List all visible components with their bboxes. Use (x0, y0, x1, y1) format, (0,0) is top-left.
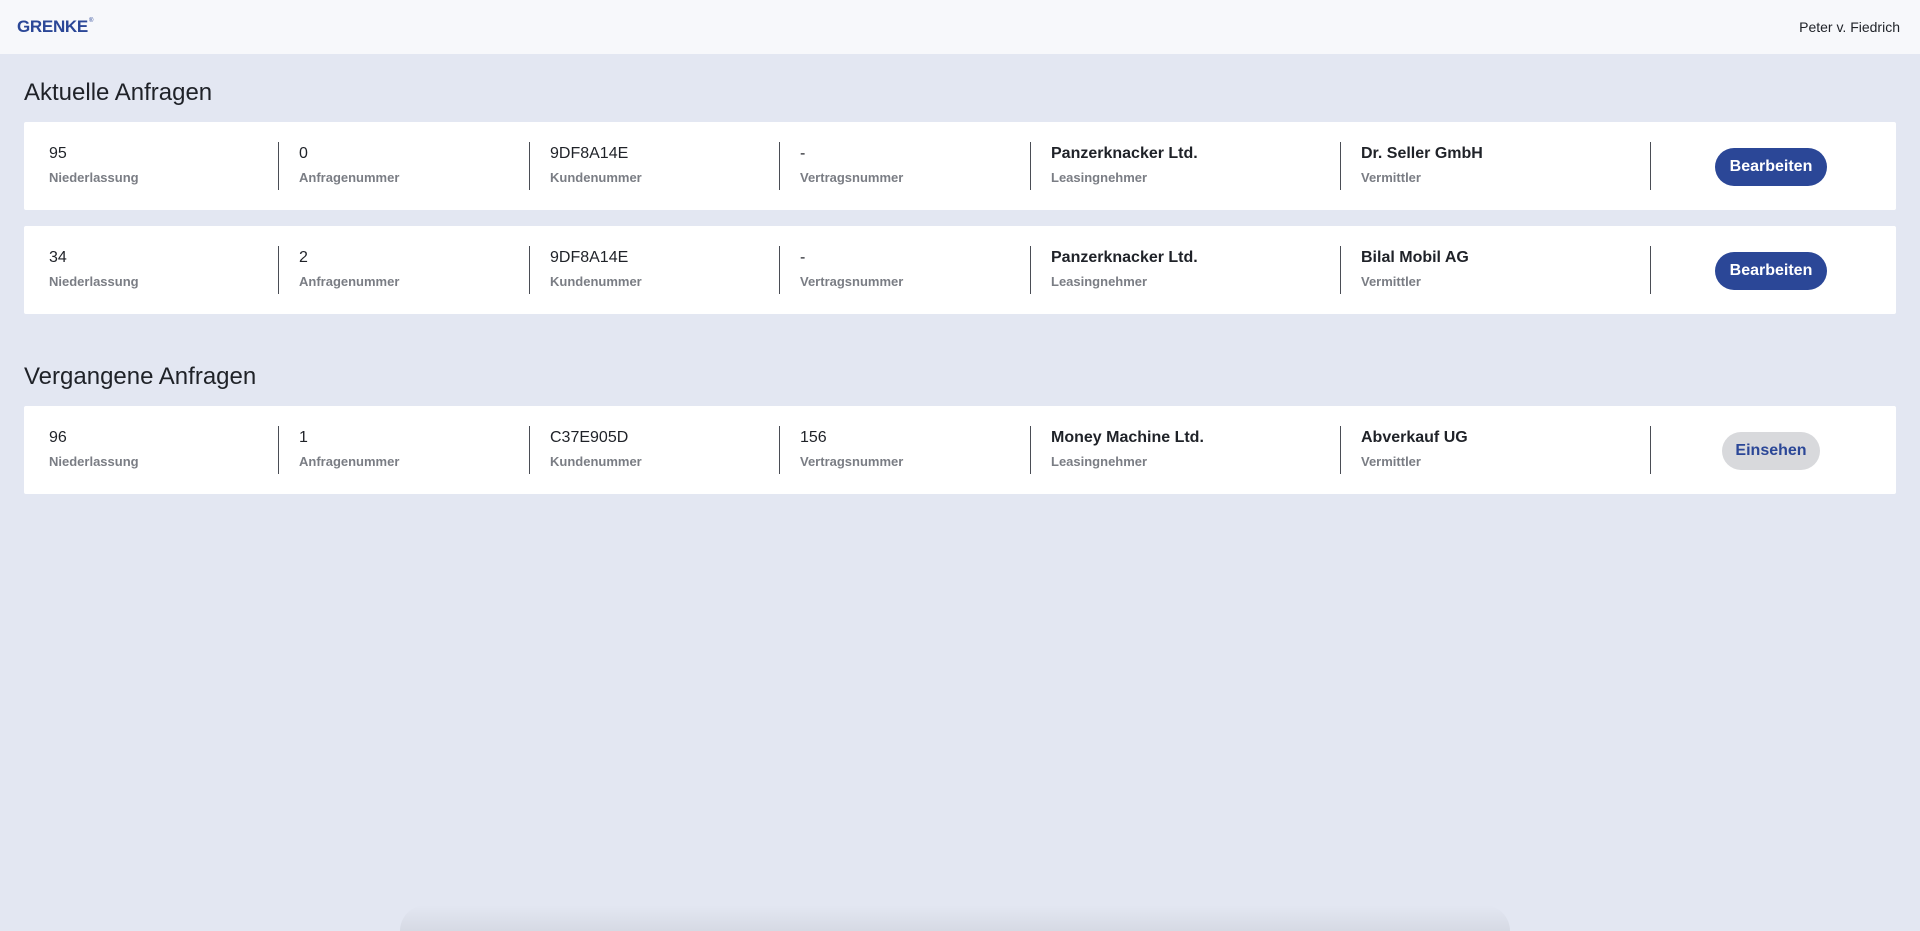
broker-value: Bilal Mobil AG (1361, 249, 1469, 266)
divider (1650, 142, 1651, 190)
request-number-label: Anfragenummer (299, 274, 400, 289)
cell-broker: Dr. Seller GmbH Vermittler (1361, 142, 1483, 190)
request-card: 95 Niederlassung 0 Anfragenummer 9DF8A14… (24, 122, 1896, 210)
divider (1650, 426, 1651, 474)
cell-lessee: Money Machine Ltd. Leasingnehmer (1051, 426, 1204, 474)
cell-lessee: Panzerknacker Ltd. Leasingnehmer (1051, 246, 1198, 294)
broker-label: Vermittler (1361, 454, 1421, 469)
contract-number-label: Vertragsnummer (800, 454, 904, 469)
divider (278, 142, 279, 190)
divider (1340, 426, 1341, 474)
edit-button[interactable]: Bearbeiten (1715, 148, 1827, 186)
branch-value: 95 (49, 145, 67, 162)
divider (278, 426, 279, 474)
cell-broker: Abverkauf UG Vermittler (1361, 426, 1468, 474)
divider (1340, 142, 1341, 190)
cell-contract-number: - Vertragsnummer (800, 142, 903, 190)
cell-request-number: 0 Anfragenummer (299, 142, 399, 190)
user-name[interactable]: Peter v. Fiedrich (1799, 19, 1900, 35)
customer-number-value: 9DF8A14E (550, 249, 629, 266)
divider (1030, 426, 1031, 474)
contract-number-value: 156 (800, 429, 827, 446)
divider (529, 246, 530, 294)
divider (1650, 246, 1651, 294)
edit-button[interactable]: Bearbeiten (1715, 252, 1827, 290)
customer-number-value: 9DF8A14E (550, 145, 629, 162)
branch-label: Niederlassung (49, 170, 139, 185)
cell-request-number: 2 Anfragenummer (299, 246, 399, 294)
customer-number-label: Kundenummer (550, 170, 642, 185)
divider (278, 246, 279, 294)
request-number-value: 1 (299, 429, 308, 446)
request-card: 34 Niederlassung 2 Anfragenummer 9DF8A14… (24, 226, 1896, 314)
section-title-past: Vergangene Anfragen (24, 363, 257, 390)
lessee-label: Leasingnehmer (1051, 170, 1148, 185)
divider (779, 426, 780, 474)
cell-contract-number: - Vertragsnummer (800, 246, 903, 294)
broker-label: Vermittler (1361, 274, 1421, 289)
cell-request-number: 1 Anfragenummer (299, 426, 399, 474)
top-bar: GRENKE ® Peter v. Fiedrich (0, 0, 1920, 54)
customer-number-label: Kundenummer (550, 454, 642, 469)
cell-branch: 96 Niederlassung (49, 426, 139, 474)
divider (1030, 142, 1031, 190)
lessee-label: Leasingnehmer (1051, 454, 1148, 469)
section-title-current: Aktuelle Anfragen (24, 79, 213, 106)
contract-number-label: Vertragsnummer (800, 170, 904, 185)
divider (779, 142, 780, 190)
grenke-logo[interactable]: GRENKE ® (17, 17, 93, 37)
broker-value: Dr. Seller GmbH (1361, 145, 1483, 162)
contract-number-value: - (800, 145, 806, 162)
divider (1340, 246, 1341, 294)
request-number-label: Anfragenummer (299, 170, 400, 185)
contract-number-value: - (800, 249, 806, 266)
cell-broker: Bilal Mobil AG Vermittler (1361, 246, 1469, 294)
registered-mark: ® (88, 18, 94, 24)
branch-value: 34 (49, 249, 67, 266)
cell-customer-number: 9DF8A14E Kundenummer (550, 246, 642, 294)
lessee-value: Panzerknacker Ltd. (1051, 145, 1198, 162)
request-number-value: 0 (299, 145, 308, 162)
logo-text: GRENKE (17, 17, 88, 36)
divider (529, 142, 530, 190)
contract-number-label: Vertragsnummer (800, 274, 904, 289)
cell-contract-number: 156 Vertragsnummer (800, 426, 903, 474)
divider (779, 246, 780, 294)
request-card: 96 Niederlassung 1 Anfragenummer C37E905… (24, 406, 1896, 494)
lessee-label: Leasingnehmer (1051, 274, 1148, 289)
divider (529, 426, 530, 474)
broker-label: Vermittler (1361, 170, 1421, 185)
cell-branch: 95 Niederlassung (49, 142, 139, 190)
broker-value: Abverkauf UG (1361, 429, 1468, 446)
request-number-value: 2 (299, 249, 308, 266)
view-button[interactable]: Einsehen (1722, 432, 1820, 470)
cell-branch: 34 Niederlassung (49, 246, 139, 294)
customer-number-label: Kundenummer (550, 274, 642, 289)
customer-number-value: C37E905D (550, 429, 629, 446)
branch-label: Niederlassung (49, 274, 139, 289)
cell-customer-number: 9DF8A14E Kundenummer (550, 142, 642, 190)
request-number-label: Anfragenummer (299, 454, 400, 469)
cell-customer-number: C37E905D Kundenummer (550, 426, 642, 474)
lessee-value: Money Machine Ltd. (1051, 429, 1204, 446)
branch-label: Niederlassung (49, 454, 139, 469)
cell-lessee: Panzerknacker Ltd. Leasingnehmer (1051, 142, 1198, 190)
bottom-shadow (400, 905, 1510, 931)
lessee-value: Panzerknacker Ltd. (1051, 249, 1198, 266)
branch-value: 96 (49, 429, 67, 446)
divider (1030, 246, 1031, 294)
